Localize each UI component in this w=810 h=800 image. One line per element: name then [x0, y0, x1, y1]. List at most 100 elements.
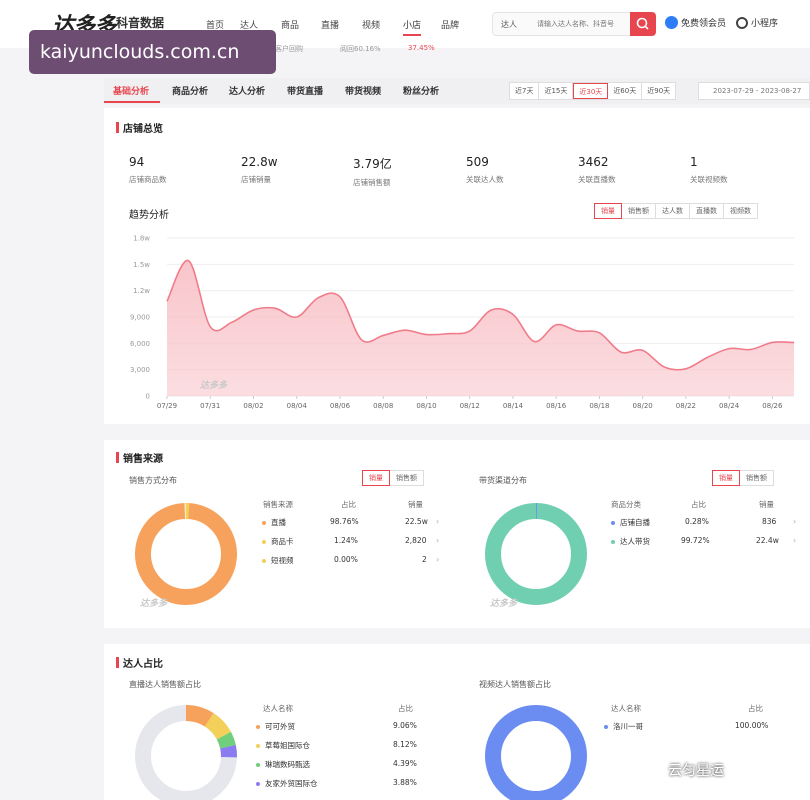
row-share: 100.00%	[735, 721, 769, 730]
metric-value: 1	[690, 155, 698, 169]
row-share: 1.24%	[334, 536, 358, 545]
table-row[interactable]: 店铺自播 0.28% 836 ›	[611, 517, 801, 529]
x-tick-label: 08/20	[633, 402, 653, 410]
trend-area	[167, 260, 794, 396]
tab-fans[interactable]: 粉丝分析	[403, 84, 439, 97]
row-share: 9.06%	[393, 721, 417, 730]
row-name: 洛川一哥	[613, 722, 643, 731]
tab-influencer[interactable]: 达人分析	[229, 84, 265, 97]
x-tick-label: 08/08	[373, 402, 393, 410]
video-influencer-subtitle: 视频达人销售额占比	[479, 680, 551, 689]
nav-brand[interactable]: 品牌	[441, 18, 459, 31]
row-sales: 22.5w	[405, 517, 428, 526]
vip-label: 免费领会员	[681, 19, 727, 29]
search-input[interactable]	[537, 17, 627, 31]
tab-video[interactable]: 带货视频	[345, 84, 381, 97]
metric-label: 店铺销量	[241, 175, 271, 184]
metric-label: 店铺销售额	[353, 178, 391, 187]
tab-basic[interactable]: 基础分析	[113, 84, 149, 97]
table-row[interactable]: 短视频 0.00% 2 ›	[262, 555, 442, 567]
table-row[interactable]: 达人带货 99.72% 22.4w ›	[611, 536, 801, 548]
x-tick-label: 08/18	[589, 402, 609, 410]
row-share: 99.72%	[681, 536, 710, 545]
sales-method-revenue-button[interactable]: 销售额	[389, 470, 424, 486]
row-sales: 2	[422, 555, 427, 564]
date-range-value: 2023-07-29 - 2023-08-27	[713, 87, 802, 95]
table-row[interactable]: 商品卡 1.24% 2,820 ›	[262, 536, 442, 548]
col-header: 占比	[691, 500, 706, 509]
channel-revenue-button[interactable]: 销售额	[739, 470, 774, 486]
vip-icon	[665, 16, 678, 29]
donut-slice-1	[485, 705, 587, 800]
donut-slice-influencer	[485, 503, 587, 605]
nav-shop[interactable]: 小店	[403, 18, 422, 36]
trend-video-button[interactable]: 视频数	[723, 203, 758, 219]
metric-value: 22.8w	[241, 155, 278, 169]
legend-dot	[256, 744, 260, 748]
legend-dot	[256, 782, 260, 786]
x-tick-label: 07/31	[200, 402, 220, 410]
y-tick-label: 1.5w	[133, 261, 150, 269]
x-tick-label: 07/29	[157, 402, 177, 410]
col-header: 占比	[341, 500, 356, 509]
table-row[interactable]: 洛川一哥 100.00%	[604, 721, 774, 733]
range-90d[interactable]: 近90天	[642, 83, 675, 99]
brand-subtitle: 科音数据	[116, 16, 165, 30]
legend-dot	[256, 725, 260, 729]
trend-sales-button[interactable]: 销量	[594, 203, 622, 219]
sales-method-subtitle: 销售方式分布	[129, 476, 177, 485]
sales-source-title: 销售来源	[116, 450, 163, 465]
donut-watermark: 达多多	[490, 599, 518, 609]
legend-dot	[604, 725, 608, 729]
tab-live[interactable]: 带货直播	[287, 84, 323, 97]
vip-link[interactable]: 免费领会员	[665, 16, 726, 29]
row-share: 8.12%	[393, 740, 417, 749]
y-tick-label: 1.8w	[133, 235, 150, 243]
nav-video[interactable]: 视频	[362, 18, 380, 31]
row-name: 商品卡	[271, 537, 294, 546]
search-button[interactable]	[630, 12, 656, 36]
col-header: 销量	[408, 500, 423, 509]
overview-title-text: 店铺总览	[123, 124, 163, 135]
trend-title: 趋势分析	[129, 210, 169, 221]
trend-revenue-button[interactable]: 销售额	[621, 203, 656, 219]
table-row[interactable]: 琳瑞数码甄选 4.39%	[256, 759, 426, 771]
row-name: 达人带货	[620, 537, 650, 546]
metric-value: 3462	[578, 155, 609, 169]
trend-live-button[interactable]: 直播数	[689, 203, 724, 219]
row-sales: 836	[762, 517, 777, 526]
row-sales: 2,820	[405, 536, 427, 545]
sales-source-title-text: 销售来源	[123, 454, 163, 465]
chevron-right-icon: ›	[436, 555, 440, 564]
nav-product[interactable]: 商品	[281, 18, 299, 31]
x-tick-label: 08/14	[503, 402, 524, 410]
search-icon	[636, 17, 649, 30]
trend-influencer-button[interactable]: 达人数	[655, 203, 690, 219]
table-row[interactable]: 友家外贸国际仓 3.88%	[256, 778, 426, 790]
search-type-select[interactable]: 达人	[501, 19, 517, 30]
range-7d[interactable]: 近7天	[510, 83, 540, 99]
nav-live[interactable]: 直播	[321, 18, 339, 31]
live-influencer-donut	[135, 705, 237, 800]
tab-indicator	[104, 101, 160, 103]
metric-shop-sales: 22.8w 店铺销量	[241, 155, 278, 185]
y-tick-label: 9,000	[130, 314, 150, 322]
sales-method-volume-button[interactable]: 销量	[362, 470, 390, 486]
tab-product[interactable]: 商品分析	[172, 84, 208, 97]
channel-volume-button[interactable]: 销量	[712, 470, 740, 486]
influencer-title: 达人占比	[116, 655, 163, 670]
table-row[interactable]: 草莓姐国际仓 8.12%	[256, 740, 426, 752]
table-row[interactable]: 可可外贸 9.06%	[256, 721, 426, 733]
row-name: 可可外贸	[265, 722, 295, 731]
range-15d[interactable]: 近15天	[539, 83, 574, 99]
chevron-right-icon: ›	[436, 536, 440, 545]
range-30d[interactable]: 近30天	[573, 83, 609, 99]
table-row[interactable]: 直播 98.76% 22.5w ›	[262, 517, 442, 529]
section-marker	[116, 122, 119, 133]
col-header: 达人名称	[263, 704, 293, 713]
x-tick-label: 08/10	[416, 402, 436, 410]
metric-shop-revenue: 3.79亿 店铺销售额	[353, 155, 392, 188]
range-60d[interactable]: 近60天	[608, 83, 643, 99]
date-range-picker[interactable]: 2023-07-29 - 2023-08-27	[698, 82, 810, 100]
mini-program-link[interactable]: 小程序	[736, 16, 778, 29]
